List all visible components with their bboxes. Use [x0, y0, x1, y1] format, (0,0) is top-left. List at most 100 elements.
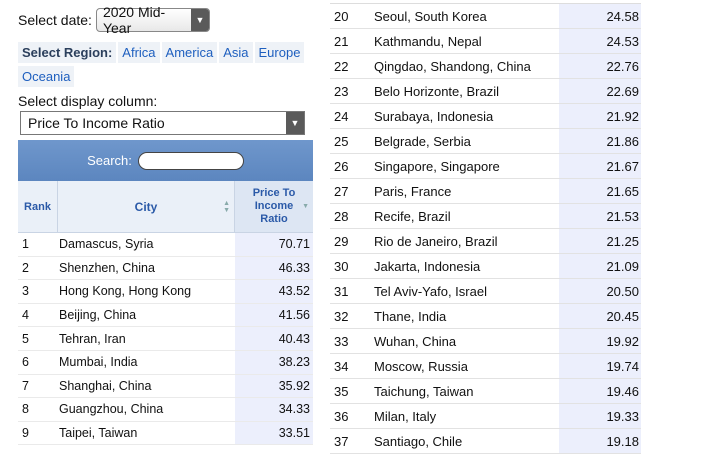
- search-label: Search:: [87, 153, 132, 168]
- cell-city: Tehran, Iran: [59, 331, 126, 346]
- cell-rank: 26: [334, 158, 349, 174]
- cell-value: 24.53: [559, 29, 641, 53]
- cell-city: Paris, France: [374, 183, 452, 199]
- table-row: 1 Damascus, Syria 70.71: [18, 233, 313, 257]
- display-column-label: Select display column:: [18, 93, 158, 109]
- cell-value: 38.23: [235, 350, 313, 374]
- region-europe-button[interactable]: Europe: [254, 42, 305, 63]
- cell-value: 46.33: [235, 256, 313, 280]
- table-row: 26 Singapore, Singapore 21.67: [330, 154, 641, 179]
- cell-value: 19.92: [559, 329, 641, 353]
- display-column-value: Price To Income Ratio: [28, 115, 165, 131]
- cell-value: 22.76: [559, 54, 641, 78]
- cell-value: 21.09: [559, 254, 641, 278]
- region-filter: Select Region: Africa America Asia Europe Oce…: [18, 42, 314, 90]
- cell-city: Taipei, Taiwan: [59, 426, 138, 441]
- table-row: 24 Surabaya, Indonesia 21.92: [330, 104, 641, 129]
- header-rank[interactable]: Rank: [18, 181, 58, 232]
- cell-value: 70.71: [235, 233, 313, 256]
- region-africa-button[interactable]: Africa: [118, 42, 160, 63]
- cell-value: 35.92: [235, 374, 313, 398]
- header-city[interactable]: City ▲ ▼: [58, 181, 235, 232]
- cell-rank: 33: [334, 333, 349, 349]
- cell-city: Santiago, Chile: [374, 433, 463, 449]
- cell-city: Damascus, Syria: [59, 237, 154, 252]
- table-row: 36 Milan, Italy 19.33: [330, 404, 641, 429]
- cell-city: Tel Aviv-Yafo, Israel: [374, 283, 487, 299]
- cell-value: 19.33: [559, 404, 641, 428]
- cell-value: 24.58: [559, 4, 641, 28]
- date-filter-label: Select date:: [18, 12, 92, 28]
- cell-value: 21.53: [559, 204, 641, 228]
- cell-value: 40.43: [235, 327, 313, 350]
- cell-city: Taichung, Taiwan: [374, 383, 474, 399]
- cell-city: Hong Kong, Hong Kong: [59, 284, 192, 299]
- cell-rank: 6: [22, 355, 29, 370]
- cell-city: Milan, Italy: [374, 408, 437, 424]
- cell-city: Belo Horizonte, Brazil: [374, 83, 499, 99]
- table-row: 37 Santiago, Chile 19.18: [330, 429, 641, 454]
- table-body-left: 1 Damascus, Syria 70.71 2 Shenzhen, China 46.…: [18, 233, 313, 446]
- cell-rank: 4: [22, 308, 29, 323]
- cell-value: 21.67: [559, 154, 641, 178]
- header-city-label: City: [134, 199, 158, 214]
- cell-city: Qingdao, Shandong, China: [374, 58, 531, 74]
- cell-value: 20.45: [559, 304, 641, 328]
- cell-value: 34.33: [235, 398, 313, 421]
- region-asia-button[interactable]: Asia: [219, 42, 253, 63]
- cell-rank: 8: [22, 402, 29, 417]
- cell-value: 21.25: [559, 229, 641, 253]
- date-select-value: 2020 Mid-Year: [102, 4, 166, 36]
- ranking-table-left: Search: Rank City ▲ ▼ Price To Income Rat…: [18, 140, 313, 446]
- header-value-label: Price To Income Ratio: [252, 187, 296, 225]
- table-body-right: 20 Seoul, South Korea 24.58 21 Kathmandu, Ne…: [330, 4, 641, 454]
- cell-rank: 9: [22, 426, 29, 441]
- table-row: 8 Guangzhou, China 34.33: [18, 398, 313, 422]
- sort-both-icon: ▲ ▼: [223, 199, 230, 214]
- cell-rank: 37: [334, 433, 349, 449]
- cell-value: 21.92: [559, 104, 641, 128]
- cell-value: 19.18: [559, 429, 641, 453]
- cell-city: Wuhan, China: [374, 333, 457, 349]
- table-row: 33 Wuhan, China 19.92: [330, 329, 641, 354]
- cell-city: Rio de Janeiro, Brazil: [374, 233, 498, 249]
- cell-city: Guangzhou, China: [59, 402, 164, 417]
- cell-city: Recife, Brazil: [374, 208, 451, 224]
- cell-value: 22.69: [559, 79, 641, 103]
- cell-value: 41.56: [235, 303, 313, 327]
- cell-rank: 29: [334, 233, 349, 249]
- cell-value: 43.52: [235, 280, 313, 303]
- search-bar: Search:: [18, 140, 313, 181]
- cell-value: 21.65: [559, 179, 641, 203]
- cell-city: Beijing, China: [59, 308, 137, 323]
- cell-city: Jakarta, Indonesia: [374, 258, 481, 274]
- cell-city: Mumbai, India: [59, 355, 138, 370]
- cell-rank: 24: [334, 108, 349, 124]
- table-row: 6 Mumbai, India 38.23: [18, 350, 313, 375]
- region-oceania-button[interactable]: Oceania: [18, 66, 75, 87]
- cell-rank: 31: [334, 283, 349, 299]
- cell-rank: 36: [334, 408, 349, 424]
- table-row: 35 Taichung, Taiwan 19.46: [330, 379, 641, 404]
- ranking-table-right: 20 Seoul, South Korea 24.58 21 Kathmandu, Ne…: [330, 0, 641, 454]
- header-value[interactable]: Price To Income Ratio ▼: [235, 181, 313, 232]
- display-column-select[interactable]: Price To Income Ratio ▼: [20, 111, 305, 135]
- cell-rank: 25: [334, 133, 349, 149]
- cell-rank: 1: [22, 237, 29, 252]
- table-row: 20 Seoul, South Korea 24.58: [330, 4, 641, 29]
- region-america-button[interactable]: America: [161, 42, 218, 63]
- table-row: 3 Hong Kong, Hong Kong 43.52: [18, 280, 313, 304]
- date-filter: Select date: 2020 Mid-Year ▼: [18, 4, 210, 36]
- table-row: 25 Belgrade, Serbia 21.86: [330, 129, 641, 154]
- search-input[interactable]: [137, 151, 244, 170]
- chevron-down-icon: ▼: [286, 112, 304, 134]
- cell-rank: 5: [22, 331, 29, 346]
- cell-city: Belgrade, Serbia: [374, 133, 471, 149]
- cell-value: 19.46: [559, 379, 641, 403]
- date-select[interactable]: 2020 Mid-Year ▼: [95, 4, 210, 36]
- cell-rank: 28: [334, 208, 349, 224]
- cell-rank: 23: [334, 83, 349, 99]
- cell-city: Shanghai, China: [59, 378, 152, 393]
- cell-rank: 22: [334, 58, 349, 74]
- region-filter-label: Select Region:: [18, 42, 117, 63]
